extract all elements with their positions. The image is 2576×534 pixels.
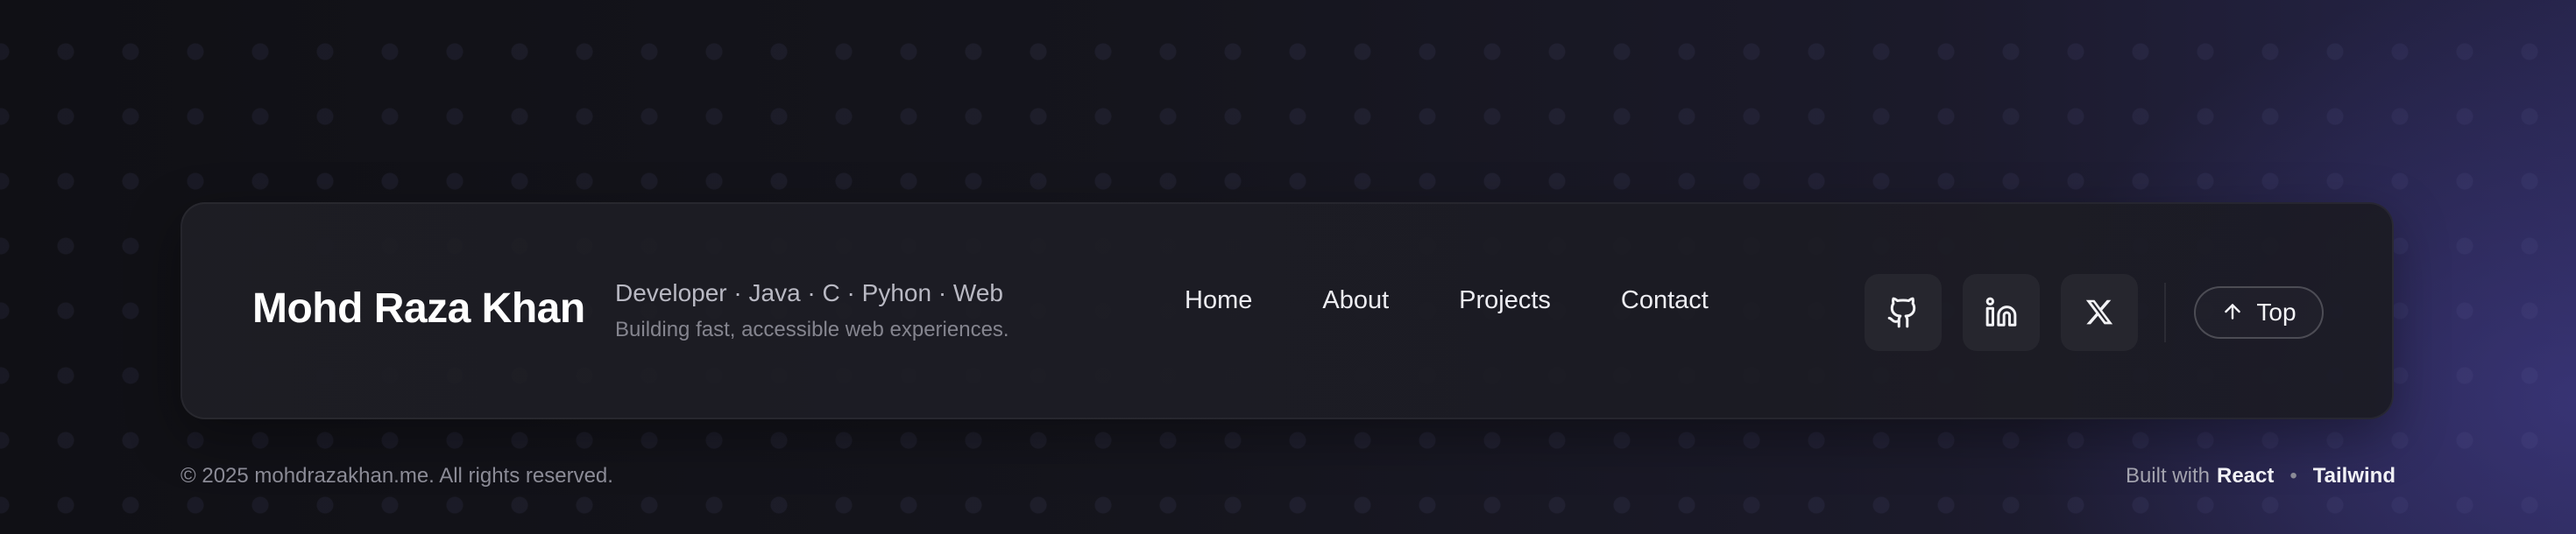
top-label: Top — [2256, 299, 2296, 326]
nav-link-contact[interactable]: Contact — [1621, 283, 1709, 318]
back-to-top-button[interactable]: Top — [2194, 286, 2324, 339]
divider — [2164, 283, 2166, 342]
nav-link-projects[interactable]: Projects — [1459, 283, 1551, 318]
tagline-secondary: Building fast, accessible web experience… — [615, 318, 1009, 341]
tech-tailwind: Tailwind — [2312, 464, 2396, 488]
built-with-prefix: Built with — [2125, 464, 2210, 488]
linkedin-icon — [1985, 296, 2018, 329]
tagline-primary: Developer · Java · C · Pyhon · Web — [615, 279, 1003, 306]
site-footer-card: Mohd Raza Khan Developer · Java · C · Py… — [180, 202, 2394, 419]
x-link[interactable] — [2061, 274, 2138, 351]
nav-link-home[interactable]: Home — [1185, 283, 1252, 318]
x-icon — [2084, 297, 2115, 328]
tagline: Developer · Java · C · Pyhon · Web Build… — [615, 278, 1009, 344]
tech-react: React — [2217, 464, 2275, 488]
arrow-up-icon — [2221, 300, 2244, 326]
brand-name: Mohd Raza Khan — [252, 285, 585, 332]
github-icon — [1886, 296, 1920, 329]
separator-dot: • — [2289, 464, 2297, 488]
built-with: Built with React • Tailwind — [2126, 464, 2396, 488]
copyright-text: © 2025 mohdrazakhan.me. All rights reser… — [180, 464, 613, 488]
nav-link-about[interactable]: About — [1322, 283, 1389, 318]
footer-nav: Home About Projects Contact — [1185, 283, 1709, 318]
github-link[interactable] — [1865, 274, 1942, 351]
linkedin-link[interactable] — [1963, 274, 2040, 351]
